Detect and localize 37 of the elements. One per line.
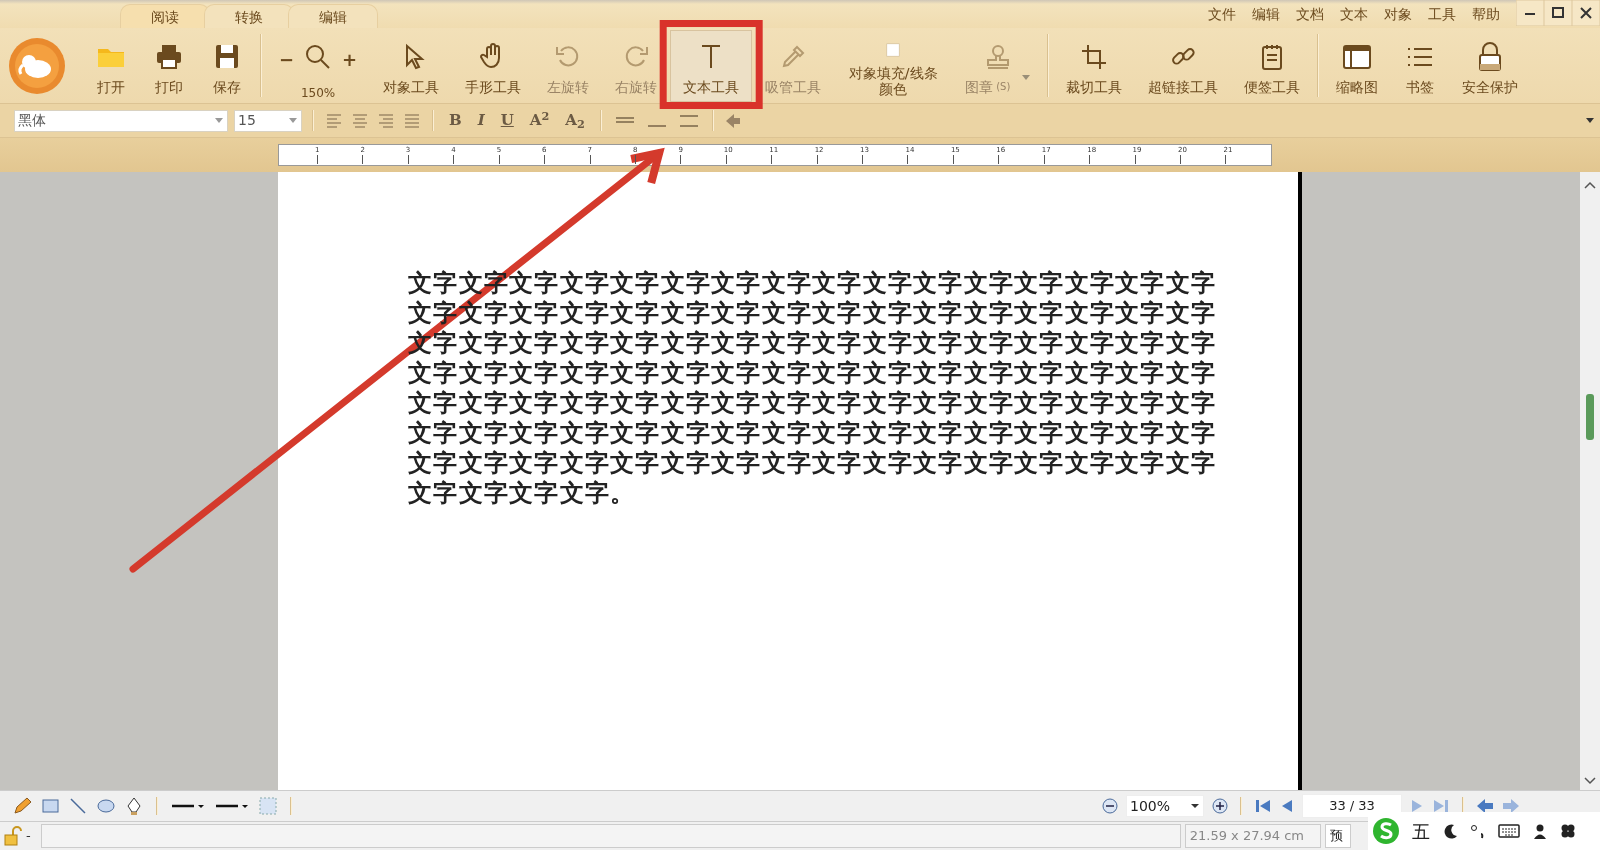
page-size-field: 21.59 x 27.94 cm	[1184, 824, 1321, 848]
menu-item[interactable]: 文档	[1288, 3, 1332, 25]
toolbar-button[interactable]: 对象工具	[370, 29, 453, 102]
font-field[interactable]: 黑体	[14, 109, 228, 132]
lock-status: -	[26, 827, 31, 846]
underline-button[interactable]: U	[495, 109, 519, 132]
zoom-out-button[interactable]: −	[279, 51, 295, 68]
tab[interactable]: 编辑	[288, 4, 378, 28]
menu-item[interactable]: 文本	[1332, 3, 1376, 25]
menu-item[interactable]: 对象	[1376, 3, 1420, 25]
toolbar-button[interactable]: 保存	[198, 29, 256, 102]
toolbar-button[interactable]: 打开	[82, 29, 140, 102]
toolbar-button[interactable]: 便签工具	[1231, 29, 1314, 102]
toolbar-button[interactable]: 文本工具	[670, 29, 753, 102]
bold-button[interactable]: B	[444, 109, 467, 132]
zoom-select[interactable]: 100%	[1126, 795, 1204, 817]
toolbar-button[interactable]: 对象填充/线条颜色	[834, 29, 953, 102]
zoom-control[interactable]: − + 150%	[266, 29, 371, 102]
toolbar-button[interactable]: 打印	[140, 29, 198, 102]
menu-item[interactable]: 帮助	[1464, 3, 1508, 25]
superscript-button[interactable]: A$^{2}$	[524, 109, 555, 132]
toolbar-button[interactable]: 手形工具	[452, 29, 535, 102]
view-mode-field: 预	[1324, 824, 1351, 848]
font-size-field[interactable]: 15	[234, 109, 302, 132]
menu-item[interactable]: 编辑	[1244, 3, 1288, 25]
menu-item[interactable]: 工具	[1420, 3, 1464, 25]
input-mode-label[interactable]: 五	[1412, 817, 1430, 845]
menu-item[interactable]: 文件	[1200, 3, 1244, 25]
toolbar-button[interactable]: 缩略图	[1323, 29, 1392, 102]
toolbar-button[interactable]: 安全保护	[1449, 29, 1532, 102]
toolbar-button[interactable]: 裁切工具	[1053, 29, 1136, 102]
toolbar-button[interactable]: 书签	[1391, 29, 1450, 102]
italic-button[interactable]: I	[472, 109, 490, 132]
subscript-button[interactable]: A$_{2}$	[560, 109, 590, 132]
page-number-field[interactable]: 33 / 33	[1302, 794, 1402, 818]
zoom-in-button[interactable]: +	[342, 51, 358, 68]
toolbar-button[interactable]: 超链接工具	[1135, 29, 1232, 102]
